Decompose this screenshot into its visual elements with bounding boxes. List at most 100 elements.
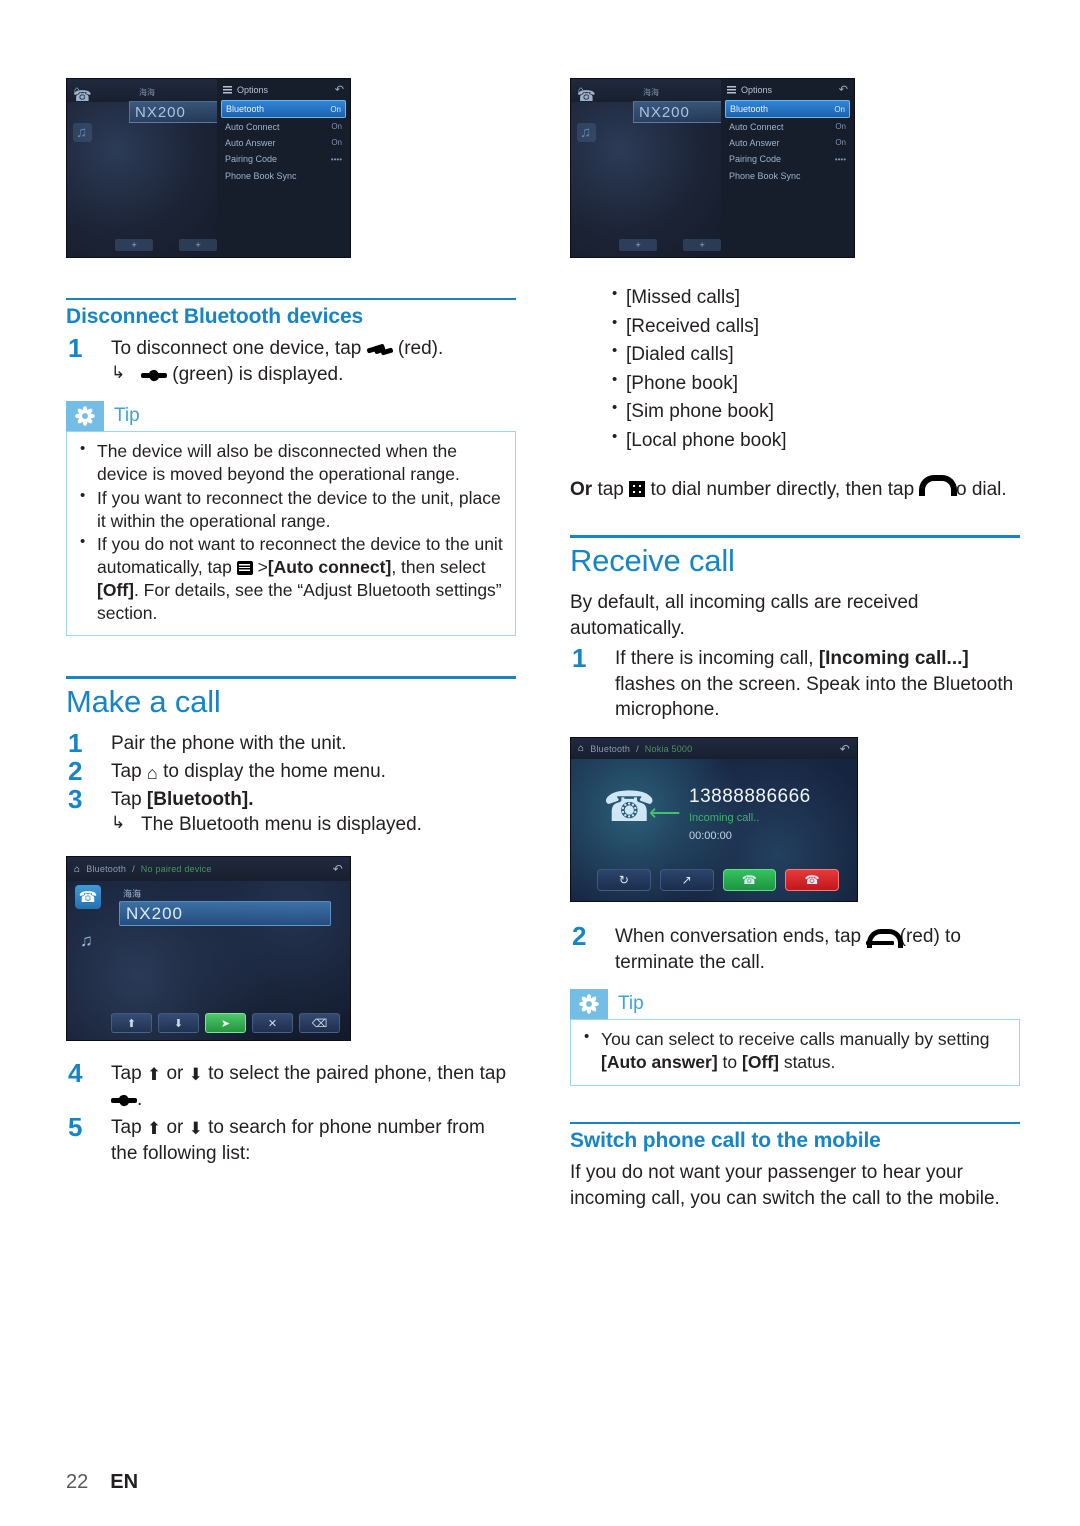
page-number: 22	[66, 1471, 89, 1493]
or-dial-text-a: tap	[592, 479, 630, 500]
option-row-auto-connect: Auto Connect On	[725, 118, 850, 134]
step-text-b: flashes on the screen. Speak into the Bl…	[615, 673, 1014, 721]
home-icon: ⌂	[74, 863, 81, 875]
breadcrumb-2: No paired device	[140, 864, 212, 874]
step-bold-incoming-call: [Incoming call...]	[818, 648, 969, 670]
option-value: ••••	[834, 154, 846, 164]
screen-button-a	[619, 239, 657, 251]
step-result: ↳ The Bluetooth menu is displayed.	[111, 812, 516, 838]
scroll-down-button: ⬇	[158, 1013, 199, 1034]
tip-box-receive-call: Tip You can select to receive calls manu…	[570, 989, 1020, 1086]
list-item: [Phone book]	[570, 369, 1020, 399]
tip-bullet-list: You can select to receive calls manually…	[579, 1027, 1007, 1074]
option-row-pairing-code: Pairing Code ••••	[725, 151, 850, 167]
step-text-a: Tap	[111, 1116, 147, 1138]
back-arrow-icon: ↶	[332, 862, 343, 876]
transfer-call-button: ↗	[659, 869, 714, 892]
tip-text: , then select	[391, 557, 486, 578]
caller-number: 13888886666	[689, 786, 811, 808]
result-arrow-icon: ↳	[111, 362, 126, 382]
option-label: Bluetooth	[730, 104, 769, 115]
handset-icon: ☎	[603, 783, 656, 831]
make-a-call-steps: 1 Pair the phone with the unit. 2 Tap ⌂ …	[66, 728, 516, 838]
step-item: 1 Pair the phone with the unit.	[66, 728, 516, 758]
option-label: Auto Connect	[225, 121, 280, 132]
down-arrow-icon: ⬇	[188, 1065, 203, 1085]
tip-header: Tip	[66, 401, 516, 432]
screen-topbar: ⌂ Bluetooth / No paired device ↶	[67, 857, 350, 881]
call-icon	[919, 475, 958, 496]
tip-title: Tip	[114, 405, 140, 427]
options-panel-title: Options	[741, 84, 773, 95]
phone-icon: ☎	[73, 88, 92, 105]
back-arrow-icon: ↶	[838, 84, 848, 96]
music-icon: ♫	[80, 931, 93, 951]
tip-title: Tip	[618, 993, 644, 1015]
step-item: 2 Tap ⌂ to display the home menu.	[66, 756, 516, 786]
menu-icon	[223, 85, 232, 94]
step-text-a: Tap	[111, 760, 147, 782]
up-arrow-icon: ⬆	[146, 1065, 162, 1085]
option-label: Pairing Code	[729, 154, 782, 165]
keypad-icon	[629, 481, 646, 497]
option-label: Pairing Code	[225, 154, 278, 165]
step-text-b: to select the paired phone, then tap	[202, 1063, 507, 1085]
heading-receive-call: Receive call	[570, 543, 735, 579]
breadcrumb-1: Bluetooth	[590, 743, 631, 754]
screen-toolbar: ⬆ ⬇ ➤ ✕ ⌫	[111, 1013, 340, 1034]
receive-call-intro: By default, all incoming calls are recei…	[570, 591, 919, 639]
breadcrumb-2: Nokia 5000	[644, 743, 693, 754]
options-panel-header: Options ↶	[221, 81, 346, 100]
answer-call-button: ☎	[722, 869, 777, 892]
step-item: 2 When conversation ends, tap (red) to t…	[570, 921, 1020, 975]
tip-bold-auto-answer: [Auto answer]	[601, 1052, 718, 1073]
options-panel-header: Options ↶	[725, 81, 850, 100]
connect-icon	[111, 1093, 137, 1108]
step-number: 3	[68, 783, 83, 814]
delete-button: ⌫	[299, 1013, 340, 1034]
right-column: ⌂ ☎ ♫ 海海 NX200 Options ↶ Bluetooth	[570, 78, 1020, 1216]
or-dial-paragraph: Or tap to dial number directly, then tap…	[570, 475, 1020, 503]
section-switch-call: Switch phone call to the mobile If you d…	[570, 1121, 1020, 1213]
list-item: [Received calls]	[570, 312, 1020, 342]
section-make-a-call: Make a call 1 Pair the phone with the un…	[66, 676, 516, 838]
step-number: 2	[572, 921, 587, 952]
step-text-b: (red).	[392, 338, 444, 360]
step-text-a: Tap	[111, 1063, 147, 1085]
screen-device-label: 海海	[139, 88, 155, 97]
or-bold: Or	[570, 479, 593, 500]
option-row-auto-answer: Auto Answer On	[221, 135, 346, 151]
tip-bullet: The device will also be disconnected whe…	[75, 439, 503, 486]
music-icon: ♫	[577, 123, 596, 142]
device-screenshot-options-left: ⌂ ☎ ♫ 海海 NX200 Options ↶ Bluetooth	[66, 78, 351, 258]
screen-bottom-buttons	[619, 239, 721, 251]
tip-body: You can select to receive calls manually…	[570, 1019, 1020, 1086]
down-arrow-icon: ⬇	[188, 1118, 203, 1138]
music-icon: ♫	[73, 123, 92, 142]
tip-text: You can select to receive calls manually…	[601, 1029, 990, 1050]
asterisk-icon	[75, 406, 95, 427]
tip-bold-off: [Off]	[97, 579, 134, 600]
screen-device-label: 海海	[123, 889, 142, 900]
list-item: [Missed calls]	[570, 283, 1020, 313]
screen-topbar: ⌂ Bluetooth / Nokia 5000 ↶	[571, 738, 857, 760]
section-rule	[66, 298, 516, 300]
tip-badge	[66, 401, 104, 432]
option-label: Auto Answer	[225, 137, 276, 148]
section-rule	[570, 535, 1020, 539]
options-panel: Options ↶ Bluetooth On Auto Connect On A…	[721, 79, 854, 257]
screen-side-icons: ☎ ♫	[577, 87, 596, 142]
screen-device-name: NX200	[119, 901, 331, 927]
step-text: Pair the phone with the unit.	[111, 732, 347, 754]
step-result-text: (green) is displayed.	[167, 363, 344, 385]
left-column: ⌂ ☎ ♫ 海海 NX200 Options ↶ Bluetooth	[66, 78, 516, 1168]
connect-button: ➤	[205, 1013, 246, 1034]
option-row-bluetooth: Bluetooth On	[725, 100, 850, 119]
step-number: 4	[68, 1058, 83, 1089]
step-result: ↳ (green) is displayed.	[111, 362, 516, 388]
option-row-pairing-code: Pairing Code ••••	[221, 151, 346, 167]
tip-bullet: If you do not want to reconnect the devi…	[75, 532, 503, 624]
list-item: [Dialed calls]	[570, 340, 1020, 370]
step-item: 1 To disconnect one device, tap (red). ↳…	[66, 333, 516, 388]
option-label: Bluetooth	[226, 104, 265, 115]
